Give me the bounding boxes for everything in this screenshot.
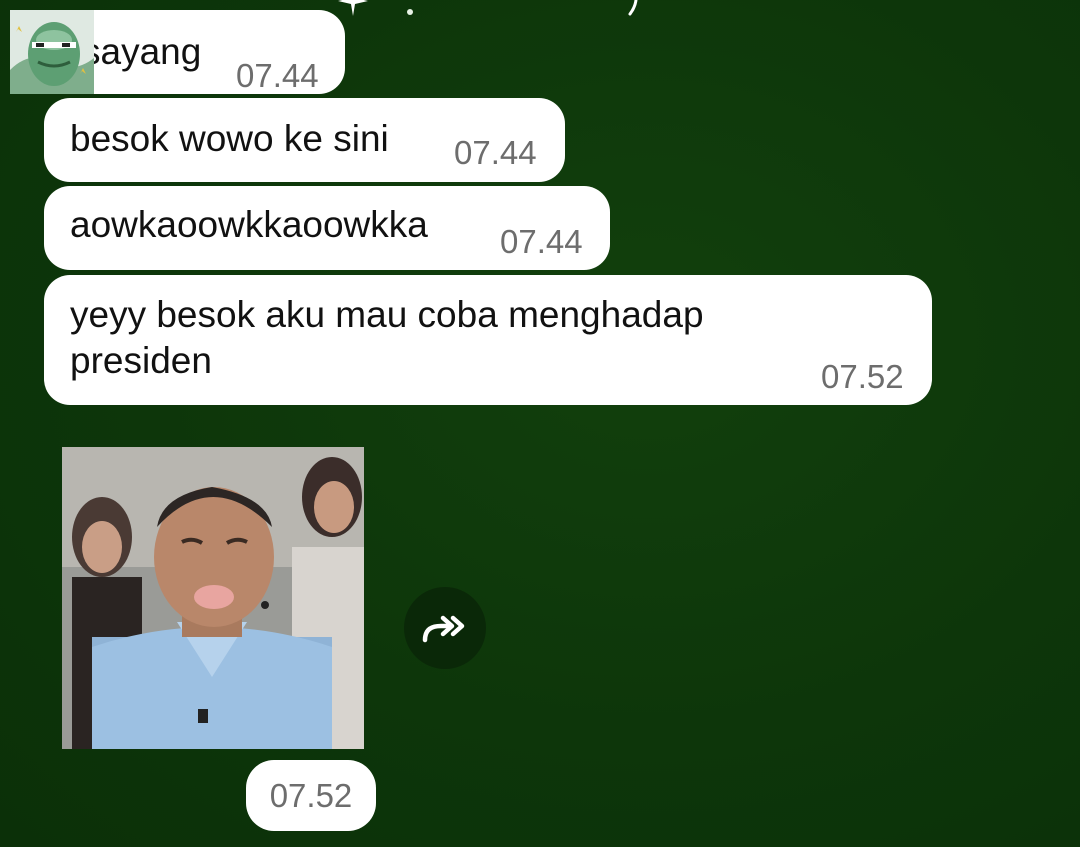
message-text: yeyy besok aku mau coba menghadap presid… <box>70 294 704 381</box>
forward-double-arrow-icon <box>422 615 465 643</box>
message-time: 07.44 <box>236 57 319 94</box>
message-text: besok wowo ke sini <box>70 118 389 159</box>
chat-area[interactable]: sayang 07.44 besok wowo ke sini 07.44 ao… <box>0 0 1080 847</box>
message-time: 07.44 <box>454 134 537 171</box>
decor-dot <box>407 9 413 15</box>
message-text: sayang <box>82 31 202 72</box>
avatar-image <box>10 10 94 94</box>
sticker-image[interactable] <box>62 447 364 749</box>
message-bubble[interactable]: aowkaoowkkaoowkka 07.44 <box>44 186 610 270</box>
message-time: 07.44 <box>500 223 583 260</box>
message-time: 07.52 <box>821 358 904 395</box>
sender-avatar[interactable] <box>10 10 94 94</box>
message-bubble[interactable]: yeyy besok aku mau coba menghadap presid… <box>44 275 932 405</box>
forward-button[interactable] <box>404 587 486 669</box>
decor-swirl-icon <box>628 0 638 16</box>
message-bubble[interactable]: besok wowo ke sini 07.44 <box>44 98 565 182</box>
media-time-badge: 07.52 <box>246 760 376 831</box>
sparkle-star-icon <box>338 0 368 16</box>
sticker-picture <box>62 447 364 749</box>
message-text: aowkaoowkkaoowkka <box>70 204 428 245</box>
